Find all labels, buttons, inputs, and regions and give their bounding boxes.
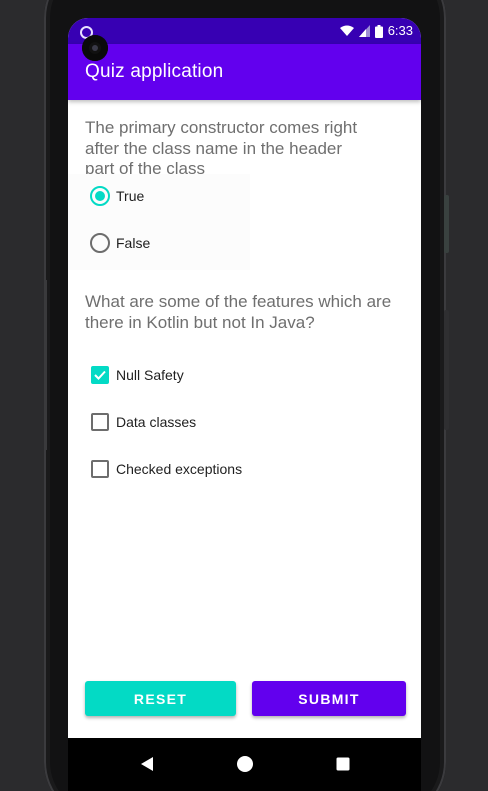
- phone-screen: 6:33 Quiz application The primary constr…: [68, 18, 421, 791]
- status-bar: 6:33: [68, 18, 421, 44]
- question2-text: What are some of the features which are …: [85, 292, 392, 332]
- volume-button[interactable]: [444, 310, 449, 430]
- checkbox-label-null-safety: Null Safety: [116, 367, 184, 383]
- radio-option-true[interactable]: True: [90, 184, 144, 208]
- back-button[interactable]: [136, 753, 158, 775]
- radio-label-false: False: [116, 235, 151, 251]
- checkbox-checked[interactable]: [91, 366, 109, 384]
- checkbox-unchecked[interactable]: [91, 460, 109, 478]
- status-time: 6:33: [387, 23, 413, 38]
- navigation-bar: [68, 738, 421, 791]
- status-icons: 6:33: [339, 23, 413, 39]
- radio-label-true: True: [116, 188, 145, 204]
- checkbox-option-checked-exceptions[interactable]: Checked exceptions: [90, 457, 242, 481]
- back-triangle-icon: [141, 757, 153, 771]
- device-frame: 6:33 Quiz application The primary constr…: [0, 0, 488, 791]
- checkbox-unchecked[interactable]: [91, 413, 109, 431]
- recents-square-icon: [336, 757, 350, 771]
- recents-button[interactable]: [332, 753, 354, 775]
- camera-cutout: [82, 35, 108, 61]
- app-bar: Quiz application: [68, 44, 421, 100]
- submit-button[interactable]: SUBMIT: [252, 681, 406, 716]
- wifi-icon: [339, 25, 354, 36]
- checkbox-label-checked-exceptions: Checked exceptions: [116, 461, 243, 477]
- home-button[interactable]: [234, 753, 256, 775]
- checkbox-label-data-classes: Data classes: [116, 414, 197, 430]
- quiz-content: The primary constructor comes right afte…: [68, 100, 421, 738]
- app-title: Quiz application: [85, 61, 224, 82]
- signal-icon: [358, 25, 370, 37]
- checkbox-option-null-safety[interactable]: Null Safety: [90, 363, 184, 387]
- home-circle-icon: [237, 756, 253, 772]
- checkmark-icon: [94, 370, 106, 380]
- radio-button-checked[interactable]: [90, 186, 110, 206]
- battery-icon: [374, 24, 383, 38]
- checkbox-option-data-classes[interactable]: Data classes: [90, 410, 196, 434]
- reset-button[interactable]: RESET: [85, 681, 236, 716]
- question1-text: The primary constructor comes right afte…: [85, 118, 358, 178]
- radio-button-unchecked[interactable]: [90, 233, 110, 253]
- question1-radio-group: True False: [68, 174, 250, 270]
- phone-left-edge: [44, 280, 47, 450]
- power-button[interactable]: [444, 195, 449, 253]
- radio-option-false[interactable]: False: [90, 231, 150, 255]
